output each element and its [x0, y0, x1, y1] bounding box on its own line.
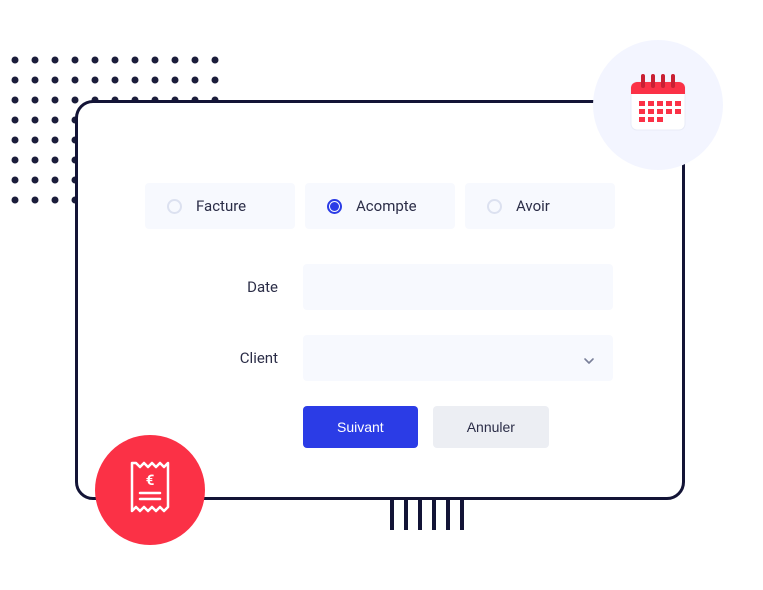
calendar-icon: [623, 68, 693, 142]
date-label: Date: [128, 278, 278, 296]
svg-text:€: €: [146, 471, 155, 489]
radio-circle-icon: [487, 199, 502, 214]
receipt-euro-icon: €: [126, 459, 174, 521]
client-row: Client: [128, 335, 632, 381]
radio-circle-icon: [327, 199, 342, 214]
next-button[interactable]: Suivant: [303, 406, 418, 448]
document-type-radios: Facture Acompte Avoir: [128, 183, 632, 229]
action-buttons: Suivant Annuler: [303, 406, 632, 448]
date-row: Date: [128, 264, 632, 310]
radio-facture[interactable]: Facture: [145, 183, 295, 229]
cancel-button[interactable]: Annuler: [433, 406, 549, 448]
client-label: Client: [128, 349, 278, 367]
receipt-badge: €: [95, 435, 205, 545]
radio-acompte[interactable]: Acompte: [305, 183, 455, 229]
radio-label: Facture: [196, 197, 246, 215]
radio-avoir[interactable]: Avoir: [465, 183, 615, 229]
client-select[interactable]: [303, 335, 613, 381]
calendar-badge: [593, 40, 723, 170]
radio-label: Acompte: [356, 197, 417, 215]
chevron-down-icon: [583, 352, 595, 364]
radio-label: Avoir: [516, 197, 550, 215]
date-input[interactable]: [303, 264, 613, 310]
radio-circle-icon: [167, 199, 182, 214]
